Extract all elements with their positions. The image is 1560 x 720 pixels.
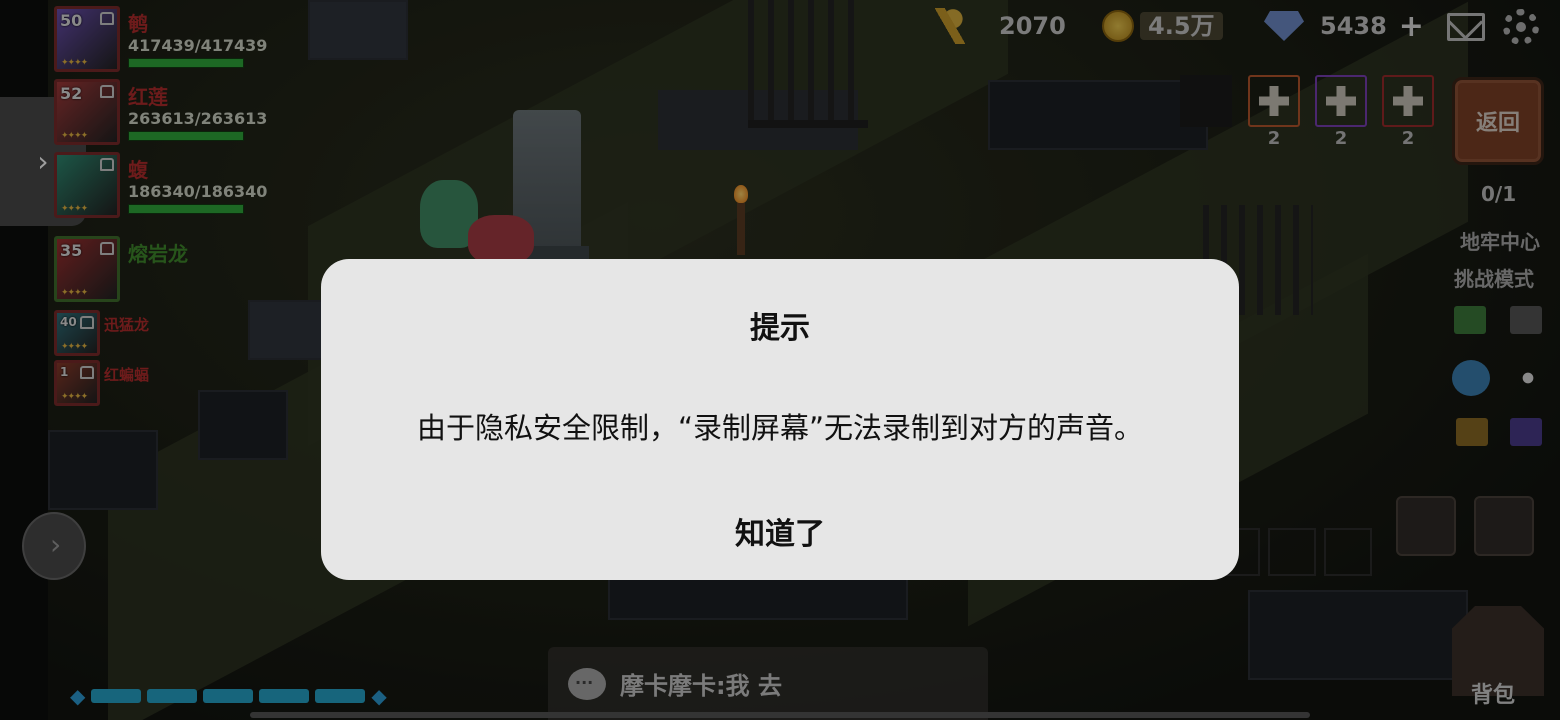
party-member-level: 40: [60, 315, 77, 329]
buff-slot-count: 2: [1401, 128, 1415, 149]
diamond-icon: [1264, 11, 1304, 41]
star-rating-icon: ✦✦✦✦: [61, 204, 88, 214]
quick-slot[interactable]: [1268, 528, 1316, 576]
party-member-hp: 186340/186340: [128, 182, 268, 201]
hp-bar: [128, 131, 244, 141]
lock-icon: [100, 12, 114, 25]
chat-bar[interactable]: 摩卡摩卡:我 去: [548, 647, 988, 720]
chevron-right-icon: ›: [50, 528, 62, 561]
iron-cross-icon: [1326, 86, 1356, 116]
star-rating-icon: ✦✦✦✦: [61, 342, 88, 352]
star-rating-icon: ✦✦✦✦: [61, 288, 88, 298]
party-member-avatar[interactable]: 52 ✦✦✦✦: [54, 79, 120, 145]
companion-character: [468, 215, 534, 265]
party-member-level: 1: [60, 365, 69, 379]
buff-slot-count: 2: [1334, 128, 1348, 149]
mail-icon[interactable]: [1447, 13, 1485, 41]
dungeon-center-link[interactable]: 地牢中心: [1460, 226, 1540, 255]
buff-slot[interactable]: [1382, 75, 1434, 127]
party-member-name: 蝮: [128, 158, 148, 182]
back-button[interactable]: 返回: [1452, 77, 1544, 165]
party-member-avatar[interactable]: ✦✦✦✦: [54, 152, 120, 218]
arrow-right-icon[interactable]: ◆: [371, 684, 386, 708]
item-slot-empty[interactable]: [1180, 75, 1232, 127]
home-indicator[interactable]: [250, 712, 1310, 718]
party-member-level: 35: [60, 241, 83, 260]
acknowledge-button[interactable]: 知道了: [321, 509, 1239, 553]
progress-counter: 0/1: [1481, 182, 1517, 206]
page-indicator: ◆ ◆: [70, 684, 387, 708]
page-dot: [203, 689, 254, 703]
wheat-amount: 2070: [999, 12, 1066, 40]
iron-cross-icon: [1259, 86, 1289, 116]
party-member-name: 熔岩龙: [128, 242, 188, 266]
star-rating-icon: ✦✦✦✦: [61, 131, 88, 141]
iron-cross-icon: [1393, 86, 1423, 116]
buff-slot[interactable]: [1315, 75, 1367, 127]
party-member-name: 红莲: [128, 85, 168, 109]
arrow-left-icon[interactable]: ◆: [70, 684, 85, 708]
torch: [728, 185, 754, 255]
chat-message: 摩卡摩卡:我 去: [620, 672, 782, 700]
game-screen: › 2070 4.5万 5438 + 返回 0/1 地牢中心 挑战模式 背包 ›…: [0, 0, 1560, 720]
party-member-name: 迅猛龙: [104, 316, 150, 334]
lock-icon: [80, 366, 94, 379]
map-card-icon[interactable]: [1454, 306, 1486, 334]
star-rating-icon: ✦✦✦✦: [61, 392, 88, 402]
wheat-resource: 2070: [935, 8, 1066, 44]
chevron-right-icon: ›: [37, 144, 49, 178]
dialog-message: 由于隐私安全限制，“录制屏幕”无法录制到对方的声音。: [416, 411, 1144, 445]
party-member-name: 鹌: [128, 12, 148, 36]
lock-icon: [100, 85, 114, 98]
magic-rune-icon[interactable]: [1510, 418, 1542, 446]
coin-resource: 4.5万: [1102, 8, 1223, 44]
party-member-avatar[interactable]: 50 ✦✦✦✦: [54, 6, 120, 72]
scroll-icon[interactable]: [1456, 418, 1488, 446]
gem-amount: 5438: [1320, 12, 1387, 40]
gear-icon[interactable]: [1503, 9, 1539, 45]
page-dot: [147, 689, 198, 703]
hp-bar: [128, 58, 244, 68]
lightbulb-icon[interactable]: [1474, 496, 1534, 556]
expand-circle-button[interactable]: ›: [22, 512, 86, 580]
page-dot: [315, 689, 366, 703]
party-member-level: 52: [60, 84, 83, 103]
privacy-notice-dialog: 提示 由于隐私安全限制，“录制屏幕”无法录制到对方的声音。 知道了: [321, 259, 1239, 580]
unknown-card-icon[interactable]: [1510, 306, 1542, 334]
hp-bar: [128, 204, 244, 214]
lock-icon: [80, 316, 94, 329]
dialog-title: 提示: [750, 311, 810, 346]
party-member-hp: 417439/417439: [128, 36, 268, 55]
add-gems-plus-icon[interactable]: +: [1399, 9, 1424, 44]
star-rating-icon: ✦✦✦✦: [61, 58, 88, 68]
lock-icon: [100, 158, 114, 171]
gem-resource: 5438 +: [1264, 8, 1424, 44]
backpack-label[interactable]: 背包: [1471, 677, 1515, 709]
challenge-mode-link[interactable]: 挑战模式: [1454, 263, 1534, 292]
party-member-avatar[interactable]: 35 ✦✦✦✦: [54, 236, 120, 302]
sparkle-icon[interactable]: [1510, 360, 1546, 396]
lock-icon: [100, 242, 114, 255]
cage: [748, 0, 868, 128]
chat-bubble-icon: [568, 667, 606, 700]
coin-amount: 4.5万: [1140, 12, 1223, 40]
frost-orb-icon[interactable]: [1452, 360, 1490, 396]
crossed-swords-icon[interactable]: [1396, 496, 1456, 556]
party-member-avatar[interactable]: 1 ✦✦✦✦: [54, 360, 100, 406]
buff-slot[interactable]: [1248, 75, 1300, 127]
page-dot: [259, 689, 310, 703]
party-member-level: 50: [60, 11, 83, 30]
wheat-icon: [935, 8, 965, 44]
party-member-name: 红蝙蝠: [104, 366, 150, 384]
party-member-hp: 263613/263613: [128, 109, 268, 128]
party-member-avatar[interactable]: 40 ✦✦✦✦: [54, 310, 100, 356]
buff-slot-count: 2: [1267, 128, 1281, 149]
quick-slot[interactable]: [1324, 528, 1372, 576]
page-dot: [91, 689, 142, 703]
coin-icon: [1102, 10, 1134, 42]
